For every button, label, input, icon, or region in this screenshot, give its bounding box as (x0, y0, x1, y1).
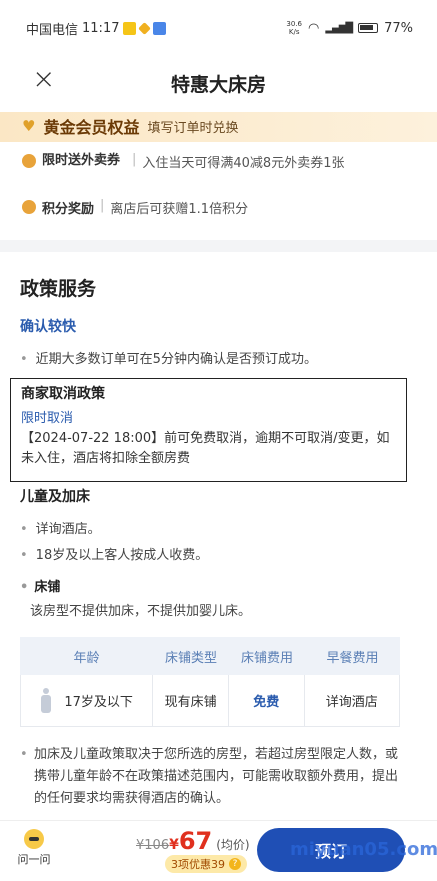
coupon-icon (22, 154, 36, 168)
divider: | (100, 198, 105, 213)
age-value: 17岁及以下 (64, 695, 133, 710)
benefit-label: 积分奖励 (42, 202, 95, 217)
section-gap (0, 240, 437, 252)
current-price: 67 (178, 827, 213, 855)
table-header-cell: 床铺类型 (164, 650, 217, 666)
bottom-bar: 问一问 ¥106 ¥ 67 (均价) 3项优惠39 ? 预订 miyuan05.… (0, 820, 437, 881)
gold-member-title: 黄金会员权益 (43, 118, 140, 137)
kids-title: 儿童及加床 (20, 489, 90, 505)
policy-section: 政策服务 确认较快 近期大多数订单可在5分钟内确认是否预订成功。 商家取消政策 … (0, 252, 437, 820)
battery-level: 77% (384, 20, 413, 36)
benefit-label: 限时送外卖券 (42, 153, 121, 168)
benefits-panel: ♥ 黄金会员权益 填写订单时兑换 限时送外卖券 | 入住当天可得满40减8元外卖… (0, 112, 437, 240)
book-button[interactable]: 预订 (257, 828, 405, 872)
location-icon (138, 21, 152, 35)
cancel-policy-subtitle: 限时取消 (21, 411, 74, 426)
section-title: 政策服务 (20, 278, 97, 300)
confirm-title: 确认较快 (20, 319, 76, 335)
table-header-cell: 床铺费用 (240, 650, 293, 666)
app-notification-icon (123, 21, 137, 35)
table-header-cell: 早餐费用 (326, 650, 379, 666)
price-area: ¥106 ¥ 67 (均价) (136, 827, 250, 855)
divider: | (132, 152, 137, 167)
ask-label: 问一问 (17, 853, 51, 866)
question-icon: ? (229, 858, 241, 870)
bed-policy-table: 年龄 床铺类型 床铺费用 早餐费用 17岁及以下 现有床铺 免费 详询酒店 (20, 637, 400, 727)
points-icon (22, 200, 36, 214)
currency-symbol: ¥ (169, 837, 179, 853)
table-cell-age: 17岁及以下 (21, 675, 154, 726)
cancel-policy-text: 【2024-07-22 18:00】前可免费取消，逾期不可取消/变更，如未入住，… (21, 431, 390, 466)
message-icon (153, 21, 167, 35)
page-title: 特惠大床房 (170, 74, 266, 96)
extra-bed-note: 加床及儿童政策取决于您所选的房型，若超过房型限定人数，或携带儿童年龄不在政策描述… (20, 744, 410, 810)
table-row: 17岁及以下 现有床铺 免费 详询酒店 (20, 675, 400, 727)
time-label: 11:17 (82, 20, 120, 36)
benefit-row-points: 积分奖励 | 离店后可获赠1.1倍积分 (22, 198, 248, 217)
table-cell-free: 免费 (229, 675, 305, 726)
cancel-policy-title: 商家取消政策 (21, 386, 105, 402)
ask-button[interactable]: 问一问 (14, 829, 54, 867)
original-price: ¥106 (136, 838, 170, 853)
bed-text: 该房型不提供加床，不提供加婴儿床。 (30, 604, 252, 619)
bed-title: 床铺 (20, 576, 60, 595)
wifi-icon: ◠ (307, 20, 320, 36)
table-header: 年龄 床铺类型 床铺费用 早餐费用 (20, 637, 400, 675)
table-cell: 详询酒店 (325, 695, 378, 710)
benefit-text: 入住当天可得满40减8元外卖券1张 (142, 156, 345, 171)
table-cell: 现有床铺 (153, 675, 229, 726)
confirm-text: 近期大多数订单可在5分钟内确认是否预订成功。 (20, 348, 317, 367)
status-bar: 中国电信 11:17 30.6 K/s ◠ ▂▄▆█ 77% (0, 0, 437, 56)
benefit-text: 离店后可获赠1.1倍积分 (110, 202, 249, 217)
assistant-icon (24, 829, 44, 849)
page-header: × 特惠大床房 (0, 56, 437, 112)
table-header-cell: 年龄 (73, 650, 100, 666)
net-speed: 30.6 K/s (286, 20, 302, 36)
benefit-row-takeout: 限时送外卖券 | 入住当天可得满40减8元外卖券1张 (22, 152, 344, 171)
avg-label: (均价) (216, 838, 250, 852)
signal-icon: ▂▄▆█ (325, 22, 353, 34)
gold-member-subtitle: 填写订单时兑换 (147, 120, 239, 136)
carrier-label: 中国电信 (26, 22, 79, 38)
gold-member-band: ♥ 黄金会员权益 填写订单时兑换 (0, 112, 437, 142)
heart-icon: ♥ (22, 117, 36, 135)
cancel-policy-box: 商家取消政策 限时取消 【2024-07-22 18:00】前可免费取消，逾期不… (10, 378, 407, 482)
promo-text: 3项优惠39 (171, 858, 225, 871)
kids-bullet: 18岁及以上客人按成人收费。 (20, 544, 209, 563)
promo-badge[interactable]: 3项优惠39 ? (165, 855, 247, 873)
kids-bullet: 详询酒店。 (20, 518, 101, 537)
person-icon (40, 687, 52, 714)
battery-icon (358, 23, 379, 33)
